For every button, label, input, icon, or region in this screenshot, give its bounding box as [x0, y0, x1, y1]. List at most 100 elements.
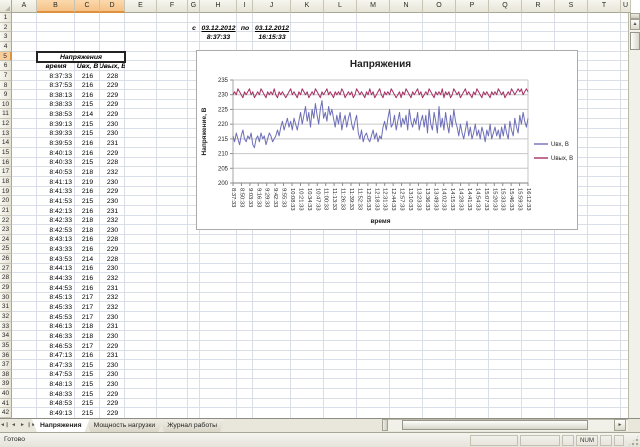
row-header-39[interactable]: 39 [0, 379, 12, 389]
table-row-cell[interactable]: 216 [75, 138, 100, 148]
table-row-cell[interactable]: 231 [100, 351, 125, 360]
table-row-cell[interactable]: 229 [100, 100, 125, 109]
table-row-cell[interactable]: 8:41:53 [37, 196, 75, 206]
table-row-cell[interactable]: 231 [100, 206, 125, 216]
table-row-cell[interactable]: 232 [100, 273, 125, 283]
row-header-20[interactable]: 20 [0, 196, 12, 206]
column-header-M[interactable]: M [357, 0, 390, 13]
row-header-22[interactable]: 22 [0, 216, 12, 225]
table-row-cell[interactable]: 8:37:33 [37, 71, 75, 81]
table-row-cell[interactable]: 230 [100, 312, 125, 322]
row-header-1[interactable]: 1 [0, 13, 12, 23]
table-row-cell[interactable]: 229 [100, 244, 125, 254]
table-row-cell[interactable]: 216 [75, 148, 100, 158]
table-row-cell[interactable]: 231 [100, 283, 125, 293]
row-header-31[interactable]: 31 [0, 302, 12, 312]
table-row-cell[interactable]: 8:39:33 [37, 129, 75, 138]
table-row-cell[interactable]: 216 [75, 351, 100, 360]
table-row-cell[interactable]: 8:41:13 [37, 177, 75, 187]
row-header-42[interactable]: 42 [0, 408, 12, 418]
horizontal-scrollbar[interactable]: ◄ ► [382, 419, 628, 431]
table-row-cell[interactable]: 8:39:53 [37, 138, 75, 148]
row-header-6[interactable]: 6 [0, 61, 12, 71]
column-header-G[interactable]: G [188, 0, 200, 13]
vertical-scroll-thumb[interactable] [630, 32, 640, 50]
table-row-cell[interactable]: 216 [75, 273, 100, 283]
column-header-D[interactable]: D [100, 0, 125, 13]
column-header-N[interactable]: N [390, 0, 423, 13]
table-row-cell[interactable]: 228 [100, 254, 125, 264]
table-row-cell[interactable]: 8:37:53 [37, 81, 75, 90]
table-row-cell[interactable]: 216 [75, 81, 100, 90]
table-row-cell[interactable]: 215 [75, 370, 100, 379]
table-row-cell[interactable]: 8:47:33 [37, 360, 75, 370]
table-row-cell[interactable]: 216 [75, 90, 100, 100]
table-row-cell[interactable]: 8:49:13 [37, 408, 75, 418]
row-header-37[interactable]: 37 [0, 360, 12, 370]
table-row-cell[interactable]: 8:40:13 [37, 148, 75, 158]
column-header-R[interactable]: R [522, 0, 555, 13]
table-row-cell[interactable]: 217 [75, 341, 100, 351]
column-header-J[interactable]: J [253, 0, 291, 13]
row-header-5[interactable]: 5 [0, 52, 12, 61]
table-row-cell[interactable]: 8:42:53 [37, 225, 75, 235]
table-row-cell[interactable]: 218 [75, 331, 100, 341]
row-header-32[interactable]: 32 [0, 312, 12, 322]
table-row-cell[interactable]: 229 [100, 399, 125, 408]
column-header-C[interactable]: C [75, 0, 100, 13]
table-row-cell[interactable]: 218 [75, 225, 100, 235]
row-header-10[interactable]: 10 [0, 100, 12, 109]
cell-range-to-label[interactable]: по [237, 23, 253, 33]
table-row-cell[interactable]: 230 [100, 370, 125, 379]
row-header-23[interactable]: 23 [0, 225, 12, 235]
column-header-U[interactable]: U [621, 0, 631, 13]
table-row-cell[interactable]: 230 [100, 129, 125, 138]
table-row-cell[interactable]: 8:42:13 [37, 206, 75, 216]
table-row-cell[interactable]: 8:41:33 [37, 187, 75, 196]
table-row-cell[interactable]: 8:48:53 [37, 399, 75, 408]
tab-nav-next-icon[interactable]: ► [18, 419, 27, 432]
table-row-cell[interactable]: 229 [100, 109, 125, 119]
horizontal-scroll-thumb[interactable] [402, 420, 588, 430]
scroll-up-icon[interactable]: ▲ [630, 19, 640, 30]
table-row-cell[interactable]: 8:44:33 [37, 273, 75, 283]
table-row-cell[interactable]: 232 [100, 216, 125, 225]
row-header-13[interactable]: 13 [0, 129, 12, 138]
table-row-cell[interactable]: 215 [75, 196, 100, 206]
table-row-cell[interactable]: 215 [75, 379, 100, 389]
table-row-cell[interactable]: 229 [100, 187, 125, 196]
row-header-11[interactable]: 11 [0, 109, 12, 119]
table-row-cell[interactable]: 230 [100, 360, 125, 370]
sheet-tab-work-log[interactable]: Журнал работы [159, 419, 225, 432]
table-row-cell[interactable]: 219 [75, 177, 100, 187]
row-header-4[interactable]: 4 [0, 42, 12, 52]
select-all-button[interactable] [0, 0, 12, 13]
sheet-tab-voltages[interactable]: Напряжения [32, 419, 90, 432]
table-row-cell[interactable]: 215 [75, 360, 100, 370]
table-row-cell[interactable]: 8:40:53 [37, 167, 75, 177]
column-header-H[interactable]: H [200, 0, 237, 13]
table-row-cell[interactable]: 8:40:33 [37, 158, 75, 167]
table-row-cell[interactable]: 218 [75, 322, 100, 331]
table-row-cell[interactable]: 229 [100, 389, 125, 399]
table-row-cell[interactable]: 216 [75, 244, 100, 254]
table-row-cell[interactable]: 232 [100, 293, 125, 302]
table-row-cell[interactable]: 8:38:33 [37, 100, 75, 109]
row-header-7[interactable]: 7 [0, 71, 12, 81]
table-row-cell[interactable]: 8:38:53 [37, 109, 75, 119]
table-row-cell[interactable]: 8:47:53 [37, 370, 75, 379]
voltage-chart[interactable]: 2002052102152202252302358:37:338:50:339:… [196, 50, 578, 230]
row-header-29[interactable]: 29 [0, 283, 12, 293]
row-header-27[interactable]: 27 [0, 264, 12, 273]
row-header-35[interactable]: 35 [0, 341, 12, 351]
table-row-cell[interactable]: 215 [75, 100, 100, 109]
table-row-cell[interactable]: 228 [100, 235, 125, 244]
table-row-cell[interactable]: 215 [75, 389, 100, 399]
column-header-Q[interactable]: Q [489, 0, 522, 13]
table-row-cell[interactable]: 230 [100, 196, 125, 206]
table-row-cell[interactable]: 8:46:53 [37, 341, 75, 351]
table-row-cell[interactable]: 216 [75, 235, 100, 244]
row-header-12[interactable]: 12 [0, 119, 12, 129]
table-row-cell[interactable]: 216 [75, 187, 100, 196]
sheet-tab-load-power[interactable]: Мощность нагрузки [86, 419, 164, 432]
